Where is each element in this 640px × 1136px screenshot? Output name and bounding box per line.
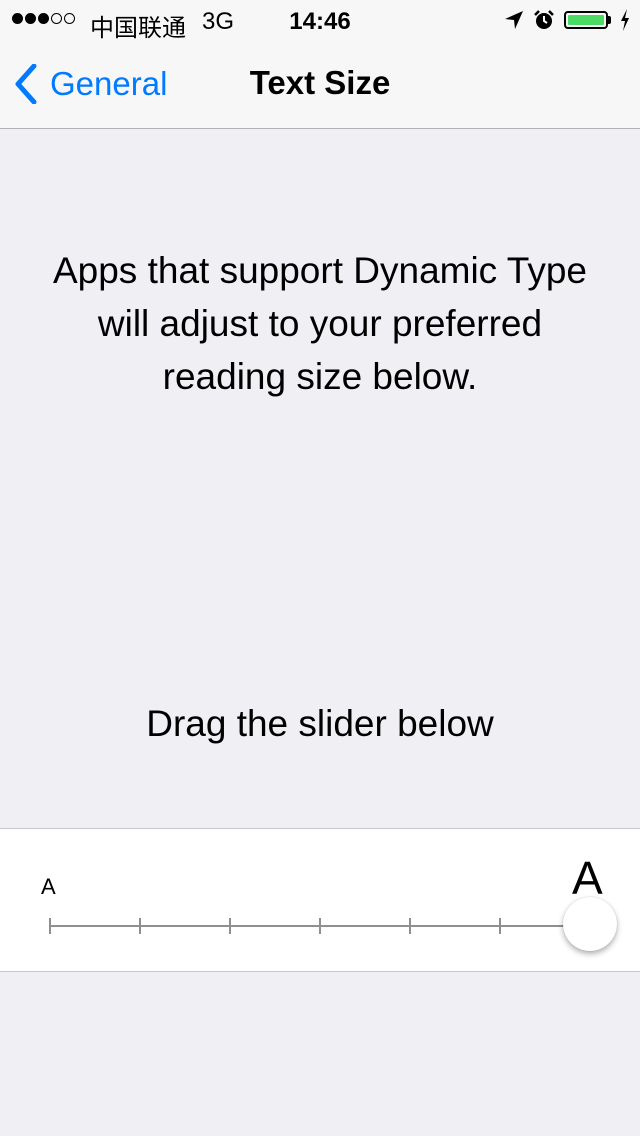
slider-thumb[interactable] xyxy=(563,897,617,951)
location-arrow-icon xyxy=(505,11,523,29)
slider-tick xyxy=(229,918,231,934)
slider-tick xyxy=(319,918,321,934)
instruction-text: Drag the slider below xyxy=(146,703,494,744)
intro-text: Apps that support Dynamic Type will adju… xyxy=(52,250,588,397)
large-text-label: A xyxy=(572,852,603,904)
slider-tick xyxy=(49,918,51,934)
battery-icon xyxy=(564,11,611,29)
small-text-label: A xyxy=(41,874,56,899)
status-bar: 中国联通 3G 14:46 xyxy=(0,0,640,42)
slider-tick xyxy=(409,918,411,934)
battery-level-fill xyxy=(568,15,604,25)
charging-bolt-icon xyxy=(621,9,629,31)
slider-tick xyxy=(139,918,141,934)
text-size-slider-panel: A A xyxy=(0,828,640,972)
slider-tick xyxy=(499,918,501,934)
alarm-clock-icon xyxy=(534,10,554,29)
page-title: Text Size xyxy=(249,64,391,101)
navigation-bar: General Text Size xyxy=(0,40,640,129)
status-icons xyxy=(504,8,630,32)
